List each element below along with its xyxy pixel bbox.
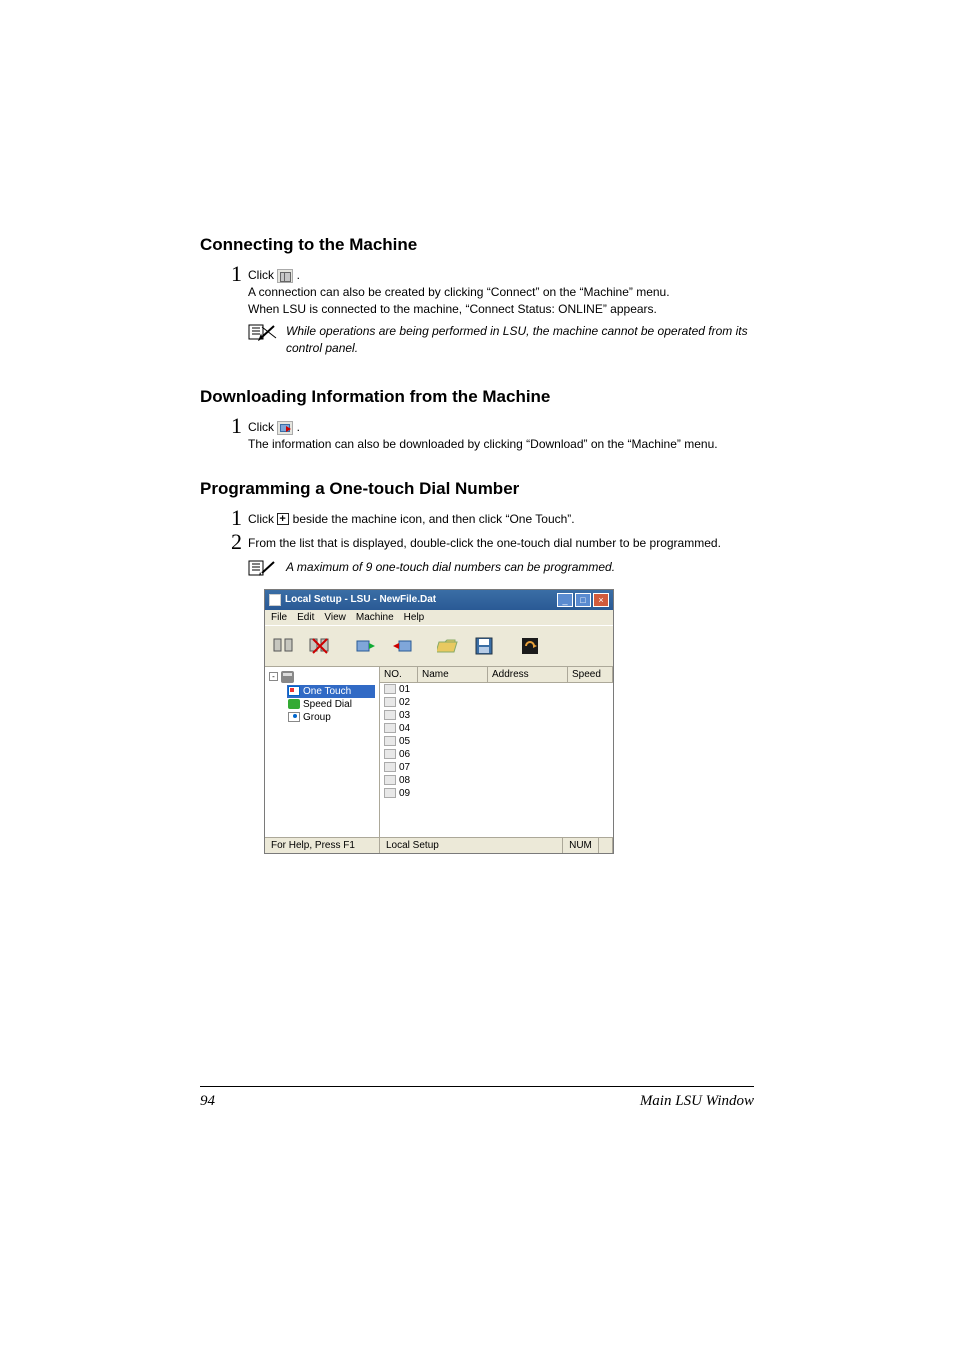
file-icon — [384, 723, 396, 733]
minimize-button[interactable]: _ — [557, 593, 573, 607]
connect-icon — [277, 269, 293, 283]
onetouch-icon — [288, 686, 300, 696]
text-fragment: Click — [248, 420, 277, 434]
list-row[interactable]: 03 — [380, 709, 613, 722]
connect-button[interactable] — [267, 630, 301, 662]
step-number: 1 — [220, 507, 242, 529]
step-text: Click . — [248, 267, 754, 284]
close-button[interactable]: × — [593, 593, 609, 607]
step-text: A connection can also be created by clic… — [248, 284, 754, 301]
save-button[interactable] — [467, 630, 501, 662]
tree-label: Speed Dial — [303, 699, 352, 710]
window-title: Local Setup - LSU - NewFile.Dat — [285, 594, 436, 605]
disconnect-button[interactable] — [303, 630, 337, 662]
list-panel: NO. Name Address Speed 01020304050607080… — [380, 667, 613, 837]
step-text: From the list that is displayed, double-… — [248, 535, 754, 552]
status-num: NUM — [563, 838, 599, 853]
note-text: While operations are being performed in … — [286, 323, 754, 357]
open-button[interactable] — [431, 630, 465, 662]
list-row[interactable]: 02 — [380, 696, 613, 709]
step-number: 1 — [220, 415, 242, 437]
lsu-window: Local Setup - LSU - NewFile.Dat _ □ × Fi… — [264, 589, 614, 854]
file-icon — [384, 762, 396, 772]
list-row[interactable]: 08 — [380, 774, 613, 787]
file-icon — [384, 788, 396, 798]
title-bar[interactable]: Local Setup - LSU - NewFile.Dat _ □ × — [265, 590, 613, 610]
col-address[interactable]: Address — [488, 667, 568, 682]
file-icon — [384, 736, 396, 746]
text-fragment: . — [293, 268, 300, 282]
list-header[interactable]: NO. Name Address Speed — [380, 667, 613, 683]
upload-button[interactable] — [349, 630, 383, 662]
list-row[interactable]: 04 — [380, 722, 613, 735]
app-icon — [269, 594, 281, 606]
note-icon — [248, 323, 278, 341]
heading-connect: Connecting to the Machine — [200, 235, 754, 255]
status-mode: Local Setup — [380, 838, 563, 853]
step-text: Click . — [248, 419, 754, 436]
step-number: 1 — [220, 263, 242, 285]
maximize-button[interactable]: □ — [575, 593, 591, 607]
list-row[interactable]: 07 — [380, 761, 613, 774]
step-text: The information can also be downloaded b… — [248, 436, 754, 453]
text-fragment: Click — [248, 512, 277, 526]
heading-download: Downloading Information from the Machine — [200, 387, 754, 407]
tree-label: One Touch — [303, 686, 351, 697]
col-name[interactable]: Name — [418, 667, 488, 682]
col-speed[interactable]: Speed — [568, 667, 613, 682]
tree-item-speeddial[interactable]: Speed Dial — [287, 698, 375, 711]
status-help: For Help, Press F1 — [265, 838, 380, 853]
status-bar: For Help, Press F1 Local Setup NUM — [265, 837, 613, 853]
file-icon — [384, 775, 396, 785]
col-no[interactable]: NO. — [380, 667, 418, 682]
file-icon — [384, 710, 396, 720]
sync-button[interactable] — [513, 630, 547, 662]
list-row[interactable]: 05 — [380, 735, 613, 748]
collapse-icon[interactable]: - — [269, 672, 278, 681]
printer-icon — [281, 671, 294, 683]
download-button[interactable] — [385, 630, 419, 662]
tree-root[interactable]: - — [269, 671, 375, 683]
tree-panel: - One Touch Speed Dial Group — [265, 667, 380, 837]
menu-bar[interactable]: File Edit View Machine Help — [265, 610, 613, 625]
page-number: 94 — [200, 1093, 215, 1110]
text-fragment: . — [293, 420, 300, 434]
file-icon — [384, 749, 396, 759]
toolbar — [265, 625, 613, 667]
file-icon — [384, 684, 396, 694]
tree-item-onetouch[interactable]: One Touch — [287, 685, 375, 698]
file-icon — [384, 697, 396, 707]
tree-item-group[interactable]: Group — [287, 711, 375, 724]
list-row[interactable]: 01 — [380, 683, 613, 696]
list-row[interactable]: 06 — [380, 748, 613, 761]
menu-view[interactable]: View — [324, 612, 346, 623]
download-icon — [277, 421, 293, 435]
text-fragment: Click — [248, 268, 277, 282]
group-icon — [288, 712, 300, 722]
speeddial-icon — [288, 699, 300, 709]
heading-onetouch: Programming a One-touch Dial Number — [200, 479, 754, 499]
menu-edit[interactable]: Edit — [297, 612, 314, 623]
menu-help[interactable]: Help — [404, 612, 425, 623]
menu-file[interactable]: File — [271, 612, 287, 623]
expand-plus-icon — [277, 513, 289, 525]
note-icon — [248, 559, 278, 577]
footer-title: Main LSU Window — [640, 1093, 754, 1110]
step-text: When LSU is connected to the machine, “C… — [248, 301, 754, 318]
note-text: A maximum of 9 one-touch dial numbers ca… — [286, 559, 615, 576]
text-fragment: beside the machine icon, and then click … — [289, 512, 574, 526]
tree-label: Group — [303, 712, 331, 723]
step-text: Click beside the machine icon, and then … — [248, 511, 754, 528]
menu-machine[interactable]: Machine — [356, 612, 394, 623]
list-row[interactable]: 09 — [380, 787, 613, 800]
step-number: 2 — [220, 531, 242, 553]
